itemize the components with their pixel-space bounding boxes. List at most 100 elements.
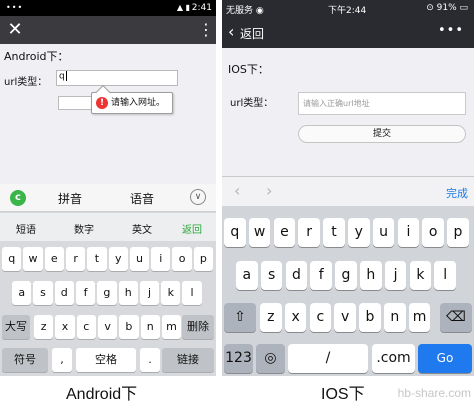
key-a-r2-3[interactable]: f xyxy=(75,281,96,305)
next-field-icon[interactable]: › xyxy=(266,181,272,200)
key-i-r1-6[interactable]: u xyxy=(372,218,395,247)
key-a-r1-7[interactable]: i xyxy=(151,247,171,271)
key-i-r4-3[interactable]: .com xyxy=(372,344,415,373)
url-label: url类型： xyxy=(4,77,48,88)
status-time: 2:41 xyxy=(191,3,212,13)
mode-phrases[interactable]: 短语 xyxy=(16,221,36,236)
submit-button[interactable]: 提交 xyxy=(298,125,466,143)
key-i-r1-9[interactable]: p xyxy=(447,218,469,247)
key-i-r1-1[interactable]: w xyxy=(248,218,271,247)
back-button[interactable]: 返回 xyxy=(240,25,264,42)
key-a-r1-5[interactable]: y xyxy=(108,247,128,271)
text-caret xyxy=(65,71,67,81)
candidate-voice[interactable]: 语音 xyxy=(130,190,154,207)
key-a-r2-5[interactable]: h xyxy=(118,281,138,305)
collapse-keyboard-icon[interactable]: ∨ xyxy=(190,189,206,205)
key-i-r3-5[interactable]: b xyxy=(359,303,381,332)
key-i-r4-2[interactable]: / xyxy=(288,344,368,373)
warning-icon: ! xyxy=(96,97,108,109)
key-i-r4-1[interactable]: ◎ xyxy=(256,344,285,373)
ios-caption: IOS下 xyxy=(321,386,365,403)
key-i-r3-7[interactable]: m xyxy=(408,303,431,332)
key-a-r2-1[interactable]: s xyxy=(33,281,53,305)
key-a-r3-5[interactable]: b xyxy=(119,315,139,339)
key-a-r1-9[interactable]: p xyxy=(193,247,214,271)
key-a-r3-2[interactable]: x xyxy=(55,315,75,339)
key-a-r2-7[interactable]: k xyxy=(161,281,181,305)
key-i-r2-0[interactable]: a xyxy=(236,261,258,290)
key-i-r2-7[interactable]: k xyxy=(409,261,432,290)
key-i-r3-8[interactable]: ⌫ xyxy=(440,303,472,332)
ime-logo-icon[interactable]: c xyxy=(10,190,26,206)
key-a-r4-3[interactable]: . xyxy=(140,348,160,372)
ios-status-bar: 无服务 ◉ 下午2:44 ⊙ 91% ▭ xyxy=(222,0,474,16)
key-a-r4-0[interactable]: 符号 xyxy=(2,348,48,372)
key-a-r2-4[interactable]: g xyxy=(97,281,117,305)
key-i-r3-4[interactable]: v xyxy=(334,303,356,332)
key-a-r1-2[interactable]: e xyxy=(44,247,64,271)
more-options-icon[interactable]: ⋮ xyxy=(198,19,214,41)
mode-english[interactable]: 英文 xyxy=(132,221,152,236)
key-i-r1-4[interactable]: t xyxy=(323,218,345,247)
done-button[interactable]: 完成 xyxy=(446,185,468,201)
page-heading: IOS下： xyxy=(228,63,269,76)
key-a-r4-2[interactable]: 空格 xyxy=(76,348,136,372)
key-a-r4-1[interactable]: , xyxy=(52,348,72,372)
android-screen: ••• ▲ ▮ 2:41 ✕ ⋮ Android下： url类型： q ! 请输… xyxy=(0,0,216,376)
carrier-text: 无服务 ◉ xyxy=(226,6,264,16)
key-i-r2-4[interactable]: g xyxy=(335,261,357,290)
url-input[interactable]: 请输入正确url地址 xyxy=(298,92,466,115)
key-a-r3-6[interactable]: n xyxy=(140,315,160,339)
back-chevron-icon[interactable]: ‹ xyxy=(228,22,234,42)
submit-button[interactable] xyxy=(58,96,92,110)
candidate-pinyin[interactable]: 拼音 xyxy=(58,190,82,207)
key-i-r2-2[interactable]: d xyxy=(285,261,308,290)
key-a-r2-6[interactable]: j xyxy=(139,281,160,305)
key-i-r2-6[interactable]: j xyxy=(384,261,407,290)
close-icon[interactable]: ✕ xyxy=(6,19,24,41)
key-a-r3-8[interactable]: 删除 xyxy=(182,315,214,339)
more-options-icon[interactable]: ••• xyxy=(438,23,464,38)
key-a-r3-4[interactable]: v xyxy=(97,315,118,339)
key-i-r2-5[interactable]: h xyxy=(360,261,382,290)
key-i-r1-5[interactable]: y xyxy=(348,218,370,247)
key-i-r3-6[interactable]: n xyxy=(384,303,406,332)
url-label: url类型： xyxy=(230,98,274,109)
url-input-value: q xyxy=(59,71,65,82)
key-a-r3-3[interactable]: c xyxy=(76,315,96,339)
key-i-r4-4[interactable]: Go xyxy=(418,344,472,373)
key-a-r2-2[interactable]: d xyxy=(54,281,74,305)
key-i-r2-1[interactable]: s xyxy=(260,261,283,290)
key-i-r3-1[interactable]: z xyxy=(260,303,282,332)
key-a-r1-8[interactable]: o xyxy=(172,247,192,271)
key-a-r2-8[interactable]: l xyxy=(182,281,202,305)
url-input[interactable]: q xyxy=(56,70,178,86)
mode-numbers[interactable]: 数字 xyxy=(74,221,94,236)
key-i-r1-7[interactable]: i xyxy=(397,218,420,247)
key-a-r3-7[interactable]: m xyxy=(161,315,182,339)
key-a-r1-0[interactable]: q xyxy=(2,247,22,271)
key-a-r2-0[interactable]: a xyxy=(12,281,32,305)
key-i-r4-0[interactable]: 123 xyxy=(224,344,253,373)
key-i-r1-0[interactable]: q xyxy=(224,218,246,247)
key-i-r3-0[interactable]: ⇧ xyxy=(224,303,256,332)
ios-keyboard: q w e r t y u i o p a s d f g h j k l ⇧ z x c v b n m ⌫ 123 ◎ / .com Go xyxy=(222,206,474,376)
key-i-r1-8[interactable]: o xyxy=(422,218,444,247)
key-i-r2-3[interactable]: f xyxy=(310,261,332,290)
key-a-r4-4[interactable]: 链接 xyxy=(162,348,214,372)
url-input-placeholder: 请输入正确url地址 xyxy=(303,99,370,108)
keyboard-mode-bar: 短语 数字 英文 返回 xyxy=(0,213,216,241)
key-a-r1-3[interactable]: r xyxy=(65,247,86,271)
previous-field-icon[interactable]: ‹ xyxy=(234,181,240,200)
key-a-r1-4[interactable]: t xyxy=(87,247,107,271)
key-a-r1-1[interactable]: w xyxy=(23,247,43,271)
key-i-r1-2[interactable]: e xyxy=(273,218,296,247)
key-a-r3-1[interactable]: z xyxy=(34,315,54,339)
mode-return[interactable]: 返回 xyxy=(182,221,202,236)
key-a-r1-6[interactable]: u xyxy=(129,247,150,271)
key-i-r3-2[interactable]: x xyxy=(284,303,307,332)
key-i-r2-8[interactable]: l xyxy=(434,261,456,290)
key-i-r1-3[interactable]: r xyxy=(298,218,320,247)
key-a-r3-0[interactable]: 大写 xyxy=(2,315,30,339)
key-i-r3-3[interactable]: c xyxy=(309,303,332,332)
